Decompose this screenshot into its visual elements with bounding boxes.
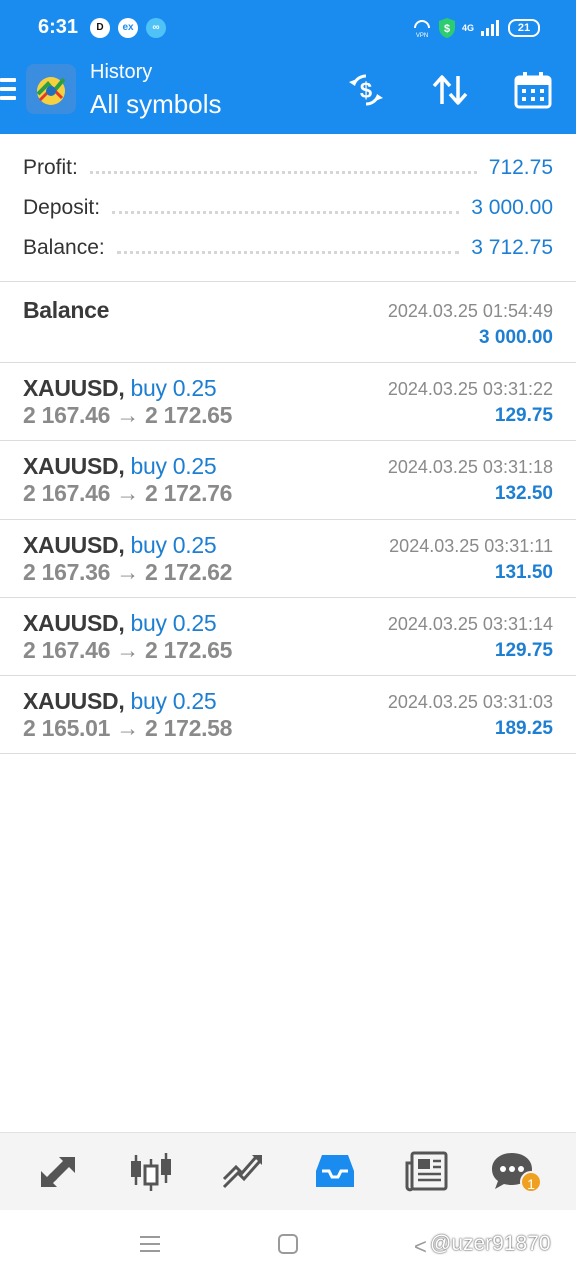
deposit-value: 3 000.00 <box>471 196 553 219</box>
header-subtitle: History <box>90 61 153 83</box>
nav-news[interactable] <box>404 1149 450 1195</box>
app-bar: History All symbols $ <box>0 56 576 134</box>
currency-exchange-icon: $ <box>349 74 383 106</box>
recent-apps-icon[interactable] <box>140 1236 160 1254</box>
deal-row[interactable]: XAUUSD, buy 0.25 2 165.01 → 2 172.58 202… <box>0 676 576 754</box>
bottom-navigation: 1 <box>0 1132 576 1210</box>
deal-profit: 129.75 <box>494 640 553 661</box>
candlestick-chart-icon <box>131 1153 171 1191</box>
svg-text:$: $ <box>360 78 372 103</box>
watermark: @uzer91870 <box>430 1232 551 1255</box>
deal-row[interactable]: XAUUSD, buy 0.25 2 167.46 → 2 172.76 202… <box>0 441 576 520</box>
nav-chart[interactable] <box>128 1149 174 1195</box>
deal-datetime: 2024.03.25 03:31:18 <box>387 457 553 477</box>
history-summary: Profit: 712.75 Deposit: 3 000.00 Balance… <box>0 134 576 282</box>
deal-title: XAUUSD, buy 0.25 <box>23 532 217 559</box>
deal-title: XAUUSD, buy 0.25 <box>23 610 217 637</box>
home-icon[interactable] <box>278 1234 298 1254</box>
deal-datetime: 2024.03.25 03:31:11 <box>389 536 553 556</box>
profit-value: 712.75 <box>488 156 553 179</box>
profit-label: Profit: <box>23 156 78 179</box>
svg-text:$: $ <box>444 23 450 35</box>
svg-text:VPN: VPN <box>416 33 428 38</box>
menu-icon[interactable] <box>0 78 16 104</box>
deal-profit: 132.50 <box>494 483 553 504</box>
deal-type: buy 0.25 <box>130 688 217 714</box>
dotted-leader <box>89 170 477 174</box>
battery-icon: 21 <box>508 19 540 37</box>
deal-title: XAUUSD, buy 0.25 <box>23 375 217 402</box>
metatrader-logo[interactable] <box>26 64 76 114</box>
deal-prices: 2 167.46 → 2 172.65 <box>23 402 233 428</box>
deal-symbol: XAUUSD, <box>23 610 125 636</box>
deal-symbol: XAUUSD, <box>23 688 125 714</box>
header-title[interactable]: All symbols <box>90 89 221 120</box>
balance-entry-datetime: 2024.03.25 01:54:49 <box>387 301 553 321</box>
deal-profit: 131.50 <box>494 562 553 583</box>
nav-quotes[interactable] <box>35 1149 81 1195</box>
deposit-row: Deposit: 3 000.00 <box>23 188 553 228</box>
deal-row[interactable]: XAUUSD, buy 0.25 2 167.46 → 2 172.65 202… <box>0 363 576 441</box>
system-navigation-bar: < @uzer91870 <box>0 1210 576 1280</box>
nav-messages[interactable]: 1 <box>490 1149 542 1195</box>
balance-entry[interactable]: Balance 2024.03.25 01:54:49 3 000.00 <box>0 283 576 363</box>
network-type: 4G <box>461 23 474 33</box>
nav-history[interactable] <box>312 1149 358 1195</box>
deal-datetime: 2024.03.25 03:31:22 <box>387 379 553 399</box>
news-icon <box>405 1151 448 1192</box>
currency-exchange-button[interactable]: $ <box>346 70 386 110</box>
unread-badge: 1 <box>520 1171 542 1193</box>
deal-profit: 189.25 <box>494 718 553 739</box>
deal-symbol: XAUUSD, <box>23 453 125 479</box>
quotes-arrows-icon <box>41 1157 75 1187</box>
deal-prices: 2 167.46 → 2 172.76 <box>23 480 233 506</box>
deal-type: buy 0.25 <box>130 532 217 558</box>
calendar-button[interactable] <box>513 70 553 110</box>
deal-profit: 129.75 <box>494 405 553 426</box>
deal-symbol: XAUUSD, <box>23 375 125 401</box>
trade-trend-icon <box>222 1155 262 1189</box>
deal-type: buy 0.25 <box>130 453 217 479</box>
sort-button[interactable] <box>430 70 470 110</box>
exness-app-icon: ex <box>118 18 138 38</box>
balance-entry-title: Balance <box>23 297 110 323</box>
status-bar: 6:31 D ex ∞ VPN $ 4G 21 <box>0 0 576 56</box>
signal-icon <box>481 20 499 36</box>
deal-row[interactable]: XAUUSD, buy 0.25 2 167.46 → 2 172.65 202… <box>0 598 576 676</box>
vpn-icon: VPN <box>413 20 430 38</box>
notification-app-icon: D <box>90 18 110 38</box>
balance-entry-amount: 3 000.00 <box>479 327 553 348</box>
deal-type: buy 0.25 <box>130 375 217 401</box>
deal-title: XAUUSD, buy 0.25 <box>23 453 217 480</box>
deal-symbol: XAUUSD, <box>23 532 125 558</box>
balance-label: Balance: <box>23 236 105 259</box>
status-indicators: VPN $ 4G 21 <box>412 17 540 39</box>
deal-datetime: 2024.03.25 03:31:14 <box>387 614 553 634</box>
deal-datetime: 2024.03.25 03:31:03 <box>387 692 553 712</box>
sort-icon <box>432 75 468 105</box>
profit-row: Profit: 712.75 <box>23 148 553 188</box>
messenger-app-icon: ∞ <box>146 18 166 38</box>
deal-prices: 2 165.01 → 2 172.58 <box>23 715 233 741</box>
status-time: 6:31 <box>38 16 79 38</box>
deal-title: XAUUSD, buy 0.25 <box>23 688 217 715</box>
security-shield-icon: $ <box>438 18 455 38</box>
deal-type: buy 0.25 <box>130 610 217 636</box>
balance-value: 3 712.75 <box>471 236 553 259</box>
history-inbox-icon <box>316 1155 354 1187</box>
dotted-leader <box>116 250 460 254</box>
back-icon[interactable]: < <box>414 1234 427 1260</box>
calendar-icon <box>514 72 552 109</box>
deposit-label: Deposit: <box>23 196 101 219</box>
deal-prices: 2 167.36 → 2 172.62 <box>23 559 233 585</box>
dotted-leader <box>112 210 460 214</box>
balance-row: Balance: 3 712.75 <box>23 228 553 268</box>
deal-row[interactable]: XAUUSD, buy 0.25 2 167.36 → 2 172.62 202… <box>0 520 576 598</box>
deal-prices: 2 167.46 → 2 172.65 <box>23 637 233 663</box>
nav-trade[interactable] <box>220 1149 266 1195</box>
